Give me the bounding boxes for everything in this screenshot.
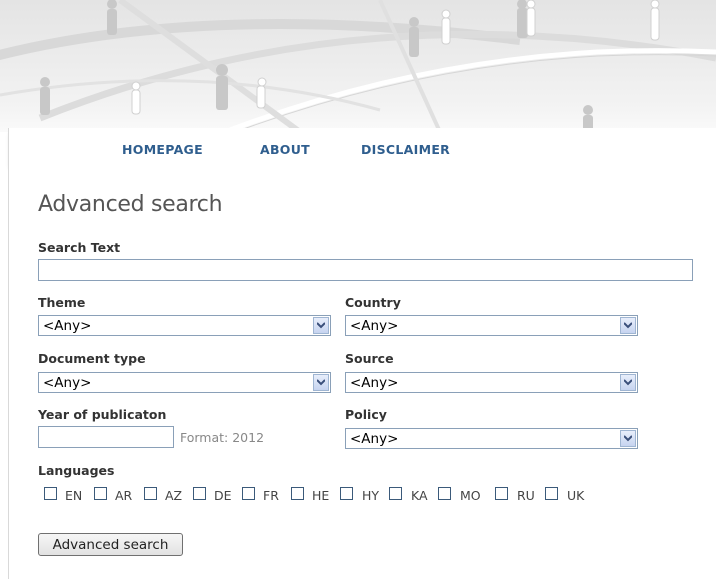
header-banner [0,0,716,132]
language-checkbox-en[interactable] [44,487,57,500]
language-label-az: AZ [165,488,183,503]
search-text-input[interactable] [38,259,693,281]
chevron-down-icon[interactable] [620,430,636,447]
language-label-ru: RU [517,488,535,503]
language-checkbox-ka[interactable] [389,487,402,500]
chevron-down-icon[interactable] [313,374,329,391]
theme-select[interactable]: <Any> [38,315,331,336]
nav-about[interactable]: ABOUT [260,142,310,157]
year-format-hint: Format: 2012 [180,430,265,445]
language-checkbox-ar[interactable] [94,487,107,500]
main-nav: HOMEPAGE ABOUT DISCLAIMER [8,128,716,168]
language-label-mo: MO [460,488,481,503]
theme-label: Theme [38,295,86,310]
language-checkbox-fr[interactable] [242,487,255,500]
language-checkbox-ru[interactable] [495,487,508,500]
languages-label: Languages [38,463,115,478]
language-label-hy: HY [362,488,380,503]
search-text-label: Search Text [38,240,121,255]
document-type-select[interactable]: <Any> [38,372,331,393]
language-label-uk: UK [567,488,585,503]
source-label: Source [345,351,394,366]
page-title: Advanced search [38,192,223,217]
language-checkbox-az[interactable] [144,487,157,500]
document-type-label: Document type [38,351,146,366]
chevron-down-icon[interactable] [313,317,329,334]
policy-select-value: <Any> [350,431,399,447]
language-label-fr: FR [263,488,279,503]
source-select-value: <Any> [350,375,399,391]
document-type-select-value: <Any> [43,375,92,391]
chevron-down-icon[interactable] [620,317,636,334]
source-select[interactable]: <Any> [345,372,638,393]
language-checkbox-he[interactable] [291,487,304,500]
language-label-en: EN [65,488,83,503]
language-label-de: DE [214,488,232,503]
language-checkbox-uk[interactable] [545,487,558,500]
banner-illustration [0,0,716,132]
policy-select[interactable]: <Any> [345,428,638,449]
nav-disclaimer[interactable]: DISCLAIMER [361,142,450,157]
theme-select-value: <Any> [43,318,92,334]
advanced-search-button[interactable]: Advanced search [38,533,183,556]
language-label-he: HE [312,488,330,503]
language-checkbox-hy[interactable] [340,487,353,500]
policy-label: Policy [345,407,387,422]
country-select[interactable]: <Any> [345,315,638,336]
language-checkbox-de[interactable] [193,487,206,500]
language-label-ar: AR [115,488,133,503]
language-label-ka: KA [411,488,428,503]
year-input[interactable] [38,426,174,448]
year-label: Year of publicaton [38,407,167,422]
country-select-value: <Any> [350,318,399,334]
language-checkbox-mo[interactable] [438,487,451,500]
nav-homepage[interactable]: HOMEPAGE [122,142,203,157]
country-label: Country [345,295,401,310]
chevron-down-icon[interactable] [620,374,636,391]
